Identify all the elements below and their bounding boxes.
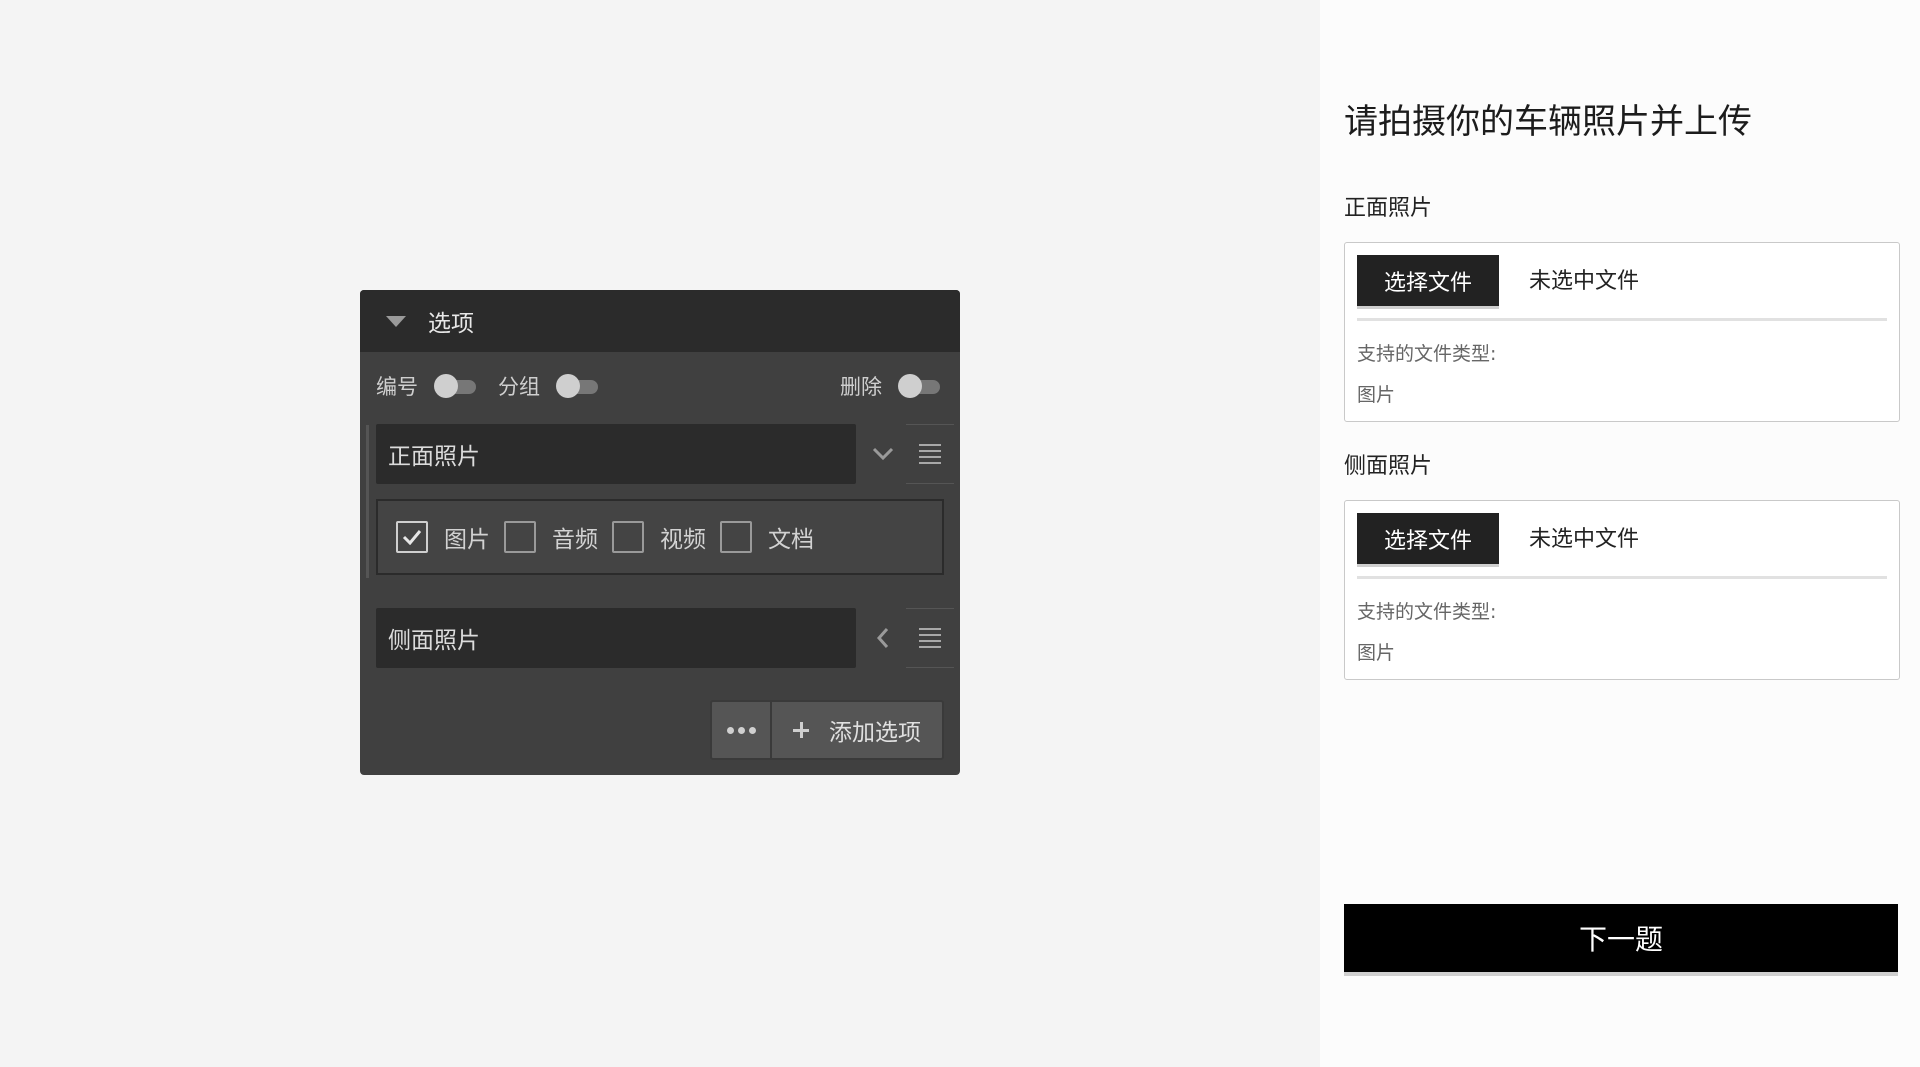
option-item-front-photo: 正面照片: [376, 424, 954, 484]
checkbox-label-video: 视频: [660, 527, 706, 553]
option-name-input[interactable]: 侧面照片: [376, 608, 856, 668]
file-input-row: 选择文件 未选中文件: [1357, 513, 1887, 579]
checkbox-image[interactable]: [396, 521, 428, 553]
drag-handle-icon: [919, 628, 941, 648]
upload-field-label-side: 侧面照片: [1344, 454, 1433, 479]
grouping-switch[interactable]: [556, 374, 598, 398]
file-types-box: 图片 音频 视频 文档: [376, 499, 944, 575]
caret-down-icon: [386, 315, 406, 327]
numbering-switch[interactable]: [434, 374, 476, 398]
checkbox-label-audio: 音频: [552, 527, 598, 553]
grouping-toggle-group: 分组: [498, 371, 598, 401]
form-preview: 请拍摄你的车辆照片并上传 正面照片 选择文件 未选中文件 支持的文件类型: 图片…: [1320, 0, 1920, 1067]
option-collapse-button[interactable]: [866, 424, 900, 484]
checkbox-label-image: 图片: [444, 527, 490, 553]
more-dots-icon: [748, 726, 756, 734]
next-question-button[interactable]: 下一题: [1344, 904, 1898, 976]
upload-box-front: 选择文件 未选中文件 支持的文件类型: 图片: [1344, 242, 1900, 422]
supported-types-hint: 支持的文件类型:: [1357, 343, 1497, 365]
upload-box-side: 选择文件 未选中文件 支持的文件类型: 图片: [1344, 500, 1900, 680]
numbering-label: 编号: [376, 375, 418, 399]
option-name-input[interactable]: 正面照片: [376, 424, 856, 484]
option-drag-handle[interactable]: [906, 608, 954, 668]
more-dots-icon: [726, 726, 734, 734]
switch-knob: [556, 374, 580, 398]
chevron-left-icon: [876, 628, 889, 648]
plus-icon: [793, 722, 809, 738]
drag-handle-icon: [919, 444, 941, 464]
more-dots-icon: [737, 726, 745, 734]
delete-toggle-group: 删除: [840, 371, 940, 401]
checkbox-label-document: 文档: [768, 527, 814, 553]
add-option-button[interactable]: 添加选项: [772, 702, 942, 758]
panel-title: 选项: [428, 311, 474, 337]
upload-field-label-front: 正面照片: [1344, 196, 1433, 221]
supported-types-value: 图片: [1357, 642, 1396, 664]
delete-switch[interactable]: [898, 374, 940, 398]
delete-label: 删除: [840, 375, 882, 399]
checkbox-video[interactable]: [612, 521, 644, 553]
no-file-text: 未选中文件: [1529, 527, 1640, 552]
toggles-row: 编号 分组 删除: [376, 368, 940, 404]
question-title: 请拍摄你的车辆照片并上传: [1344, 102, 1752, 142]
options-panel-header[interactable]: 选项: [360, 290, 960, 352]
options-panel: 选项 编号 分组 删除 正面照片 图片 音频 视频 文档 侧面照片 添加选项: [360, 290, 960, 775]
no-file-text: 未选中文件: [1529, 269, 1640, 294]
checkbox-document[interactable]: [720, 521, 752, 553]
choose-file-button[interactable]: 选择文件: [1357, 513, 1499, 567]
check-icon: [402, 530, 422, 545]
switch-knob: [434, 374, 458, 398]
add-option-bar: 添加选项: [710, 700, 944, 760]
option-drag-handle[interactable]: [906, 424, 954, 484]
more-button[interactable]: [712, 702, 772, 758]
supported-types-hint: 支持的文件类型:: [1357, 601, 1497, 623]
expanded-option-rail: [366, 425, 369, 578]
chevron-down-icon: [872, 447, 894, 461]
option-expand-button[interactable]: [866, 608, 900, 668]
checkbox-audio[interactable]: [504, 521, 536, 553]
option-item-side-photo: 侧面照片: [376, 608, 954, 668]
choose-file-button[interactable]: 选择文件: [1357, 255, 1499, 309]
supported-types-value: 图片: [1357, 384, 1396, 406]
switch-knob: [898, 374, 922, 398]
numbering-toggle-group: 编号: [376, 371, 476, 401]
file-input-row: 选择文件 未选中文件: [1357, 255, 1887, 321]
grouping-label: 分组: [498, 375, 540, 399]
add-option-label: 添加选项: [829, 720, 921, 746]
